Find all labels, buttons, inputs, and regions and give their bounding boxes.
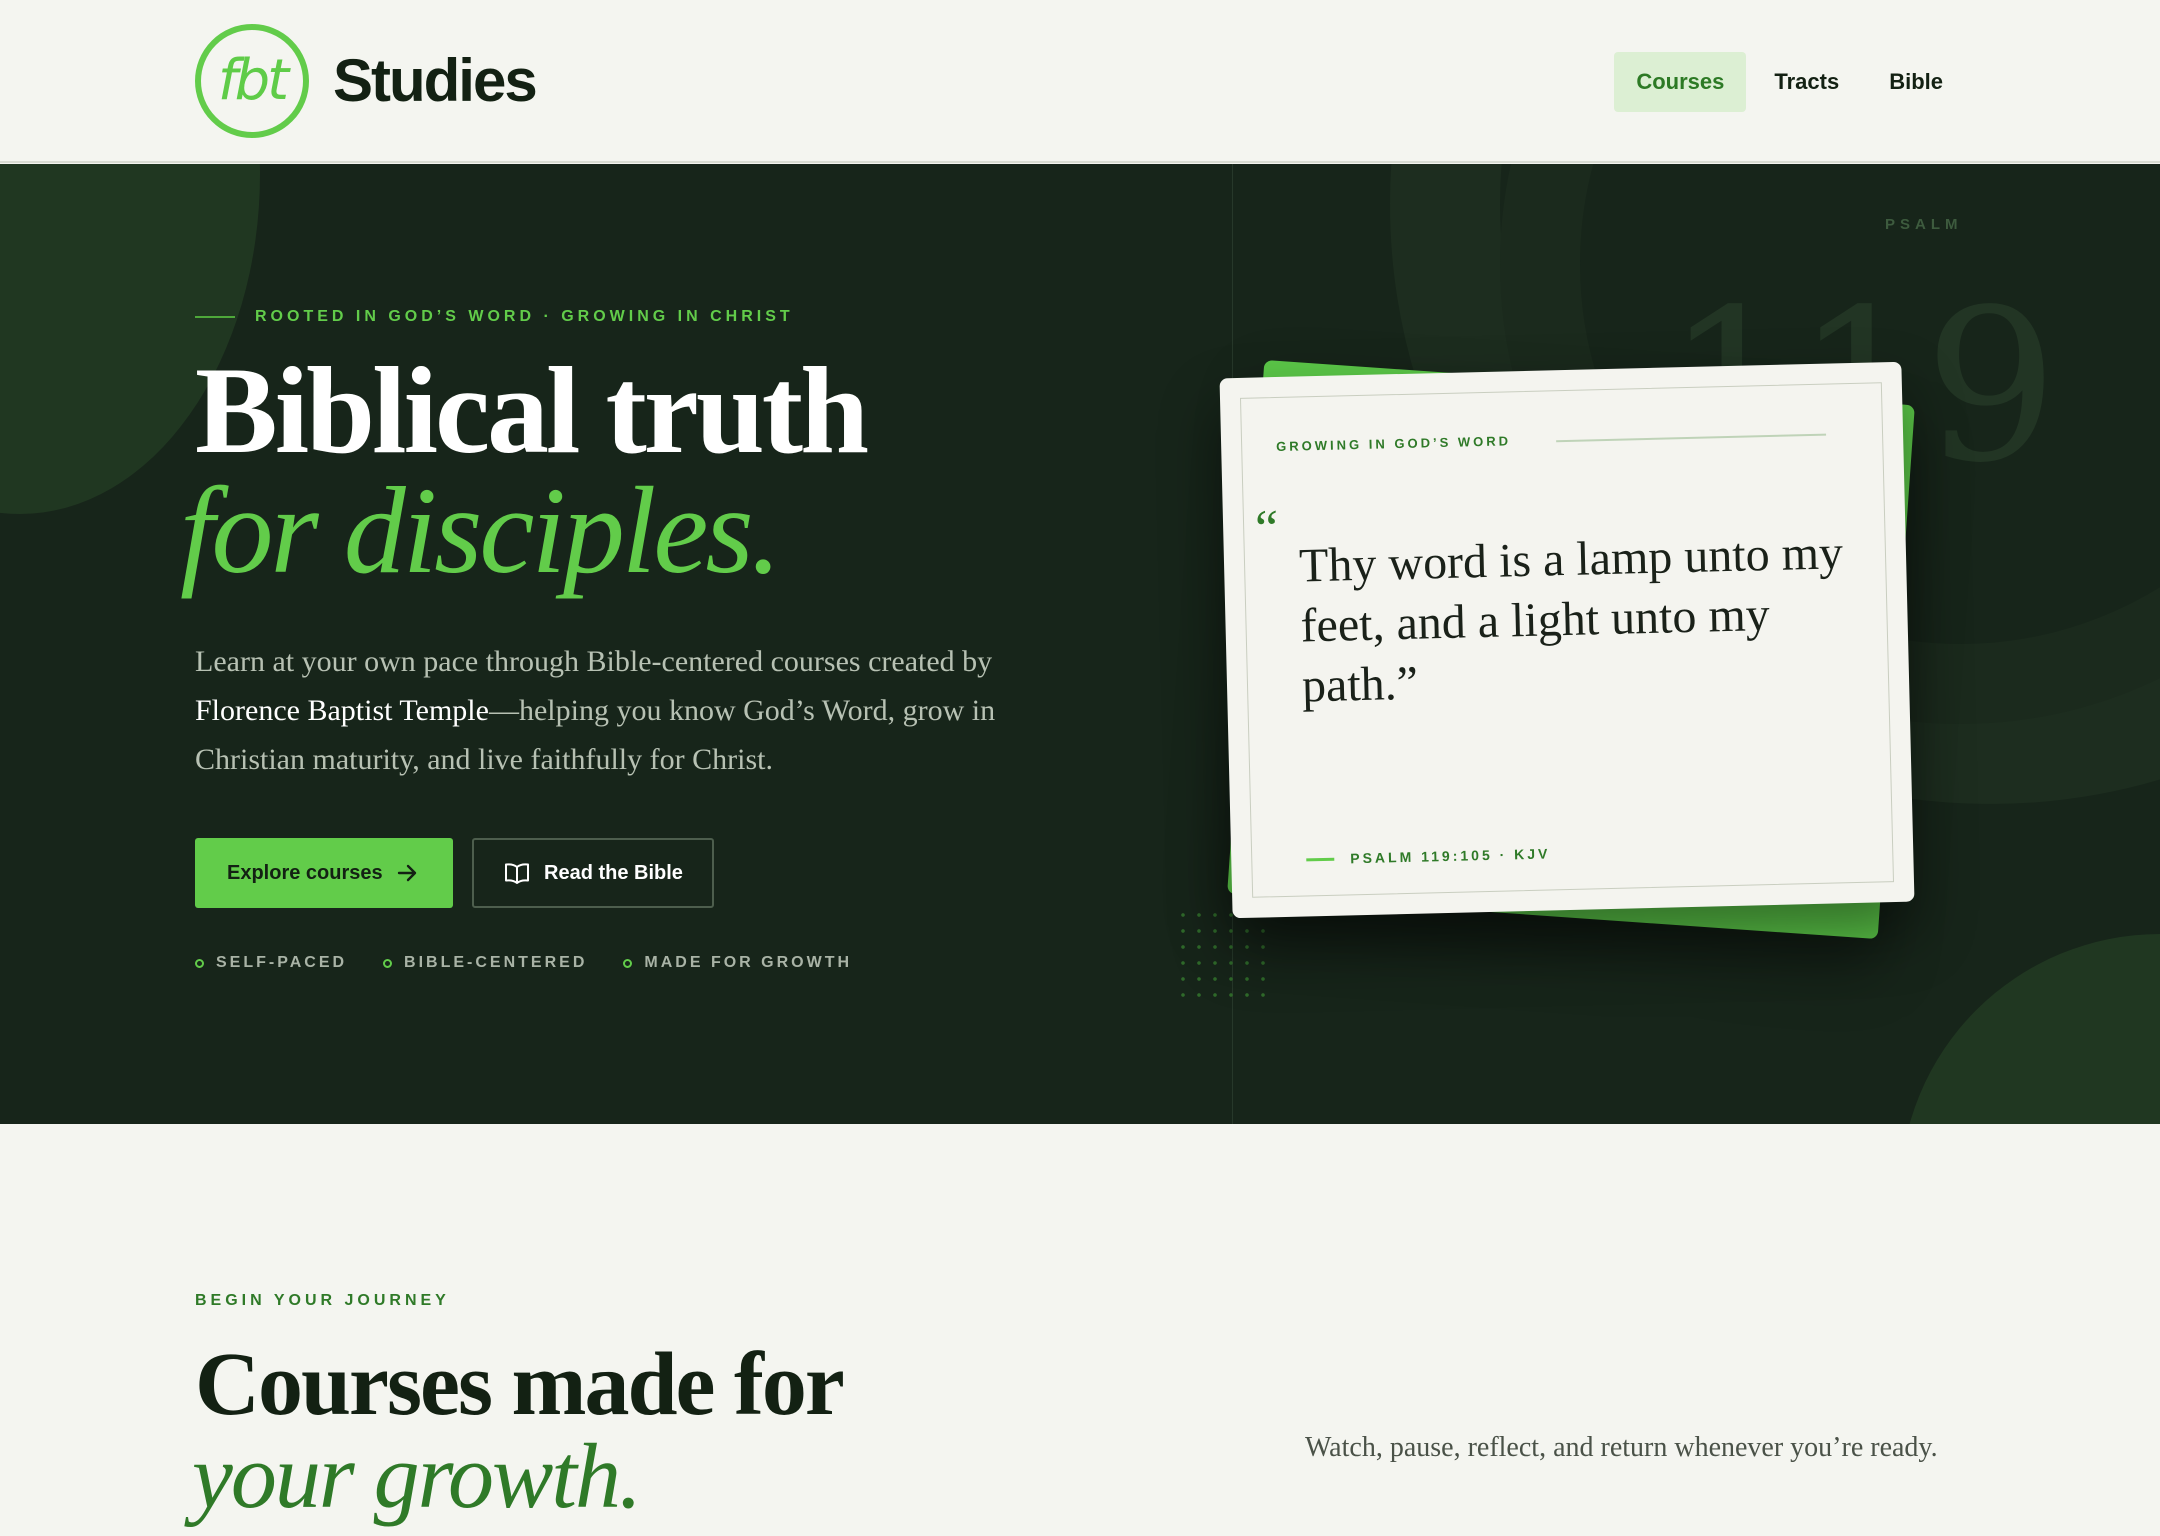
section-title-line2: your growth. xyxy=(192,1425,642,1527)
nav-bible[interactable]: Bible xyxy=(1867,52,1965,112)
feature-item: BIBLE-CENTERED xyxy=(383,954,587,972)
reference-rule xyxy=(1306,857,1335,861)
hero-lede: Learn at your own pace through Bible-cen… xyxy=(195,637,1055,784)
circle-bullet-icon xyxy=(623,958,633,968)
book-icon xyxy=(505,863,529,884)
feature-label: SELF-PACED xyxy=(216,954,348,971)
feature-label: MADE FOR GROWTH xyxy=(644,954,853,971)
logo-text: fbt xyxy=(217,48,289,113)
decorative-blob xyxy=(1900,934,2160,1124)
brand-name[interactable]: Studies xyxy=(333,46,538,115)
lede-before: Learn at your own pace through Bible-cen… xyxy=(195,645,993,678)
verse-quote: Thy word is a lamp unto my feet, and a l… xyxy=(1298,526,1844,713)
read-bible-label: Read the Bible xyxy=(544,861,683,884)
site-header: fbt Studies Courses Tracts Bible xyxy=(0,0,2160,163)
hero-eyebrow: ROOTED IN GOD’S WORD · GROWING IN CHRIST xyxy=(195,308,794,326)
nav-courses[interactable]: Courses xyxy=(1614,52,1747,112)
hero-title-line2: for disciples. xyxy=(180,462,782,599)
feature-list: SELF-PACED BIBLE-CENTERED MADE FOR GROWT… xyxy=(195,954,852,972)
feature-item: MADE FOR GROWTH xyxy=(623,954,852,972)
psalm-tag: PSALM xyxy=(1885,216,1963,233)
section-side-text: Watch, pause, reflect, and return whenev… xyxy=(1305,1432,1938,1463)
hero-eyebrow-text: ROOTED IN GOD’S WORD · GROWING IN CHRIST xyxy=(255,308,794,325)
eyebrow-rule xyxy=(195,316,235,318)
section-eyebrow: BEGIN YOUR JOURNEY xyxy=(195,1292,450,1309)
verse-card: GROWING IN GOD’S WORD “ Thy word is a la… xyxy=(1219,361,1915,919)
feature-label: BIBLE-CENTERED xyxy=(404,954,588,971)
explore-courses-label: Explore courses xyxy=(227,861,383,884)
feature-item: SELF-PACED xyxy=(195,954,347,972)
hero-section: PSALM 119 ROOTED IN GOD’S WORD · GROWING… xyxy=(0,164,2160,1124)
arrow-right-icon xyxy=(397,864,416,882)
fbt-logo[interactable]: fbt xyxy=(195,24,309,138)
main-nav: Courses Tracts Bible xyxy=(1614,52,1965,112)
quote-mark-icon: “ xyxy=(1254,500,1279,558)
section-title-line1: Courses made for xyxy=(195,1335,845,1434)
nav-tracts[interactable]: Tracts xyxy=(1752,52,1861,112)
explore-courses-button[interactable]: Explore courses xyxy=(195,838,453,908)
circle-bullet-icon xyxy=(195,958,204,968)
lede-highlight: Florence Baptist Temple xyxy=(195,694,489,727)
circle-bullet-icon xyxy=(383,958,393,968)
dot-grid-decoration xyxy=(1175,907,1275,999)
hero-title-line1: Biblical truth xyxy=(195,342,869,479)
read-bible-button[interactable]: Read the Bible xyxy=(472,838,714,908)
